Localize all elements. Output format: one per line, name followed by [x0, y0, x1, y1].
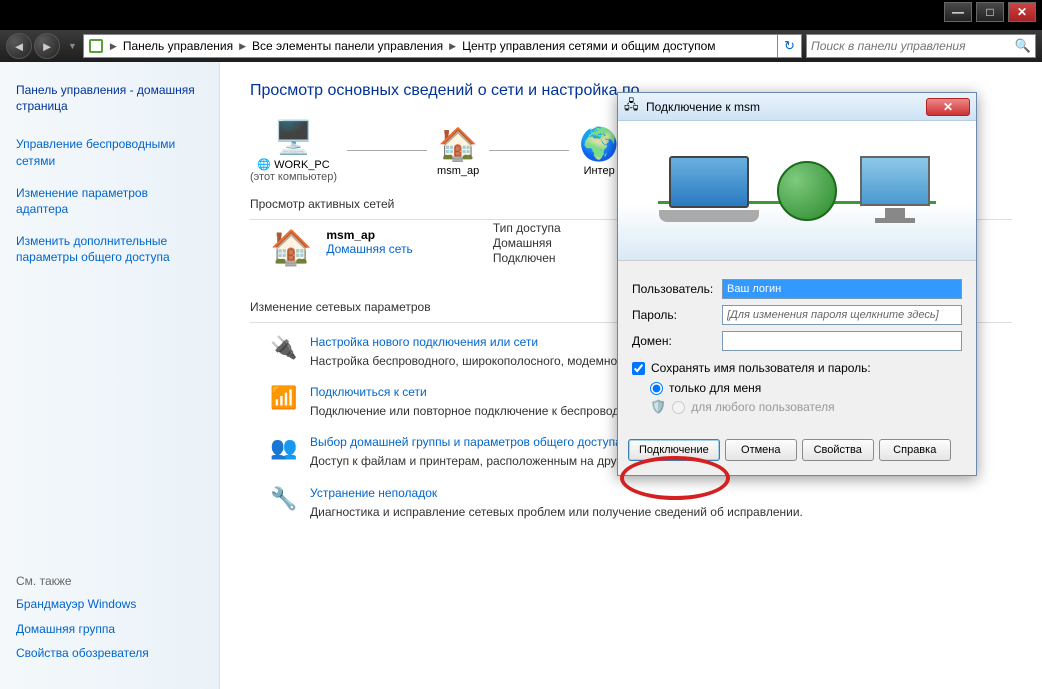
node-sub: (этот компьютер): [250, 171, 337, 183]
dialog-close-button[interactable]: ✕: [926, 98, 970, 116]
connection-line: [347, 150, 427, 151]
globe-icon: 🌍: [579, 125, 619, 163]
troubleshoot-icon: 🔧: [270, 486, 298, 520]
radio-only-me[interactable]: [650, 382, 663, 395]
breadcrumb-seg[interactable]: Все элементы панели управления: [248, 39, 447, 53]
sidebar-link-internet-options[interactable]: Свойства обозревателя: [16, 645, 203, 661]
chevron-right-icon: ▶: [447, 41, 458, 52]
sidebar-link-wireless[interactable]: Управление беспроводными сетями: [16, 136, 203, 168]
prop-access-type: Тип доступа: [493, 221, 561, 235]
dialog-titlebar[interactable]: 🖧 Подключение к msm ✕: [618, 93, 976, 121]
maximize-button[interactable]: □: [976, 2, 1004, 22]
search-box[interactable]: 🔍: [806, 34, 1036, 58]
radio-all-users-label: для любого пользователя: [691, 400, 835, 414]
sidebar: Панель управления - домашняя страница Уп…: [0, 62, 220, 689]
node-this-pc[interactable]: 🖥️ 🌐 WORK_PC (этот компьютер): [250, 118, 337, 183]
node-name: WORK_PC: [274, 159, 330, 171]
node-router[interactable]: 🏠 msm_ap: [437, 125, 479, 177]
connection-dialog: 🖧 Подключение к msm ✕ Пользователь: Паро…: [617, 92, 977, 476]
network-name: msm_ap: [326, 228, 375, 242]
chevron-right-icon: ▶: [237, 41, 248, 52]
breadcrumb[interactable]: ▶ Панель управления ▶ Все элементы панел…: [83, 34, 778, 58]
chevron-right-icon: ▶: [108, 41, 119, 52]
sidebar-link-sharing[interactable]: Изменить дополнительные параметры общего…: [16, 233, 203, 265]
connect-button[interactable]: Подключение: [628, 439, 720, 461]
user-label: Пользователь:: [632, 282, 722, 296]
sidebar-footer: См. также Брандмауэр Windows Домашняя гр…: [16, 574, 203, 669]
computer-icon: 🖥️: [250, 118, 337, 156]
breadcrumb-seg[interactable]: Панель управления: [119, 39, 237, 53]
node-internet[interactable]: 🌍 Интер: [579, 125, 619, 177]
search-input[interactable]: [811, 39, 1015, 53]
network-properties: Тип доступа Домашняя Подключен: [493, 220, 561, 286]
task-link[interactable]: Устранение неполадок: [310, 486, 437, 500]
connection-line: [489, 150, 569, 151]
task-desc: Диагностика и исправление сетевых пробле…: [310, 504, 803, 520]
monitor-icon: [855, 156, 935, 226]
house-icon: 🏠: [437, 125, 479, 163]
sidebar-link-firewall[interactable]: Брандмауэр Windows: [16, 596, 203, 612]
homegroup-icon: 👥: [270, 435, 298, 469]
nav-history-chevron[interactable]: ▼: [68, 41, 77, 51]
properties-button[interactable]: Свойства: [802, 439, 874, 461]
shield-icon: 🛡️: [650, 399, 666, 415]
sidebar-footer-title: См. также: [16, 574, 203, 588]
active-network: 🏠 msm_ap Домашняя сеть: [270, 228, 413, 268]
network-type-link[interactable]: Домашняя сеть: [326, 242, 412, 256]
dialog-button-row: Подключение Отмена Свойства Справка: [618, 431, 976, 475]
password-input[interactable]: [722, 305, 962, 325]
radio-only-me-label: только для меня: [669, 381, 761, 395]
control-panel-icon: [88, 38, 104, 54]
password-label: Пароль:: [632, 308, 722, 322]
domain-label: Домен:: [632, 334, 722, 348]
dialog-form: Пользователь: Пароль: Домен: Сохранять и…: [618, 261, 976, 431]
prop-connected: Подключен: [493, 251, 561, 265]
task-link[interactable]: Настройка нового подключения или сети: [310, 335, 538, 349]
task-troubleshoot: 🔧 Устранение неполадок Диагностика и исп…: [270, 486, 1012, 520]
domain-input[interactable]: [722, 331, 962, 351]
breadcrumb-seg[interactable]: Центр управления сетями и общим доступом: [458, 39, 720, 53]
close-button[interactable]: ✕: [1008, 2, 1036, 22]
node-name: msm_ap: [437, 165, 479, 177]
laptop-icon: [659, 156, 759, 226]
network-icon: 🖧: [624, 96, 640, 118]
radio-all-users: [672, 401, 685, 414]
help-button[interactable]: Справка: [879, 439, 951, 461]
sidebar-link-homegroup[interactable]: Домашняя группа: [16, 621, 203, 637]
sidebar-heading: Панель управления - домашняя страница: [16, 82, 203, 114]
save-credentials-label: Сохранять имя пользователя и пароль:: [651, 361, 871, 375]
forward-button[interactable]: ►: [34, 33, 60, 59]
dialog-title: Подключение к msm: [646, 100, 926, 114]
dialog-illustration: [618, 121, 976, 261]
globe-icon: [777, 161, 837, 221]
connection-icon: 🔌: [270, 335, 298, 369]
refresh-button[interactable]: ↻: [778, 34, 802, 58]
back-button[interactable]: ◄: [6, 33, 32, 59]
network-icon: 📶: [270, 385, 298, 419]
prop-home: Домашняя: [493, 236, 561, 250]
window-controls: — □ ✕: [944, 2, 1036, 22]
node-name: Интер: [579, 165, 619, 177]
task-link[interactable]: Выбор домашней группы и параметров общег…: [310, 435, 622, 449]
save-credentials-checkbox[interactable]: [632, 362, 645, 375]
cancel-button[interactable]: Отмена: [725, 439, 797, 461]
task-link[interactable]: Подключиться к сети: [310, 385, 427, 399]
network-info: msm_ap Домашняя сеть: [326, 228, 412, 256]
house-icon: 🏠: [270, 228, 312, 268]
username-input[interactable]: [722, 279, 962, 299]
sidebar-link-adapter[interactable]: Изменение параметров адаптера: [16, 185, 203, 217]
explorer-toolbar: ◄ ► ▼ ▶ Панель управления ▶ Все элементы…: [0, 30, 1042, 62]
minimize-button[interactable]: —: [944, 2, 972, 22]
search-icon[interactable]: 🔍: [1015, 38, 1031, 54]
